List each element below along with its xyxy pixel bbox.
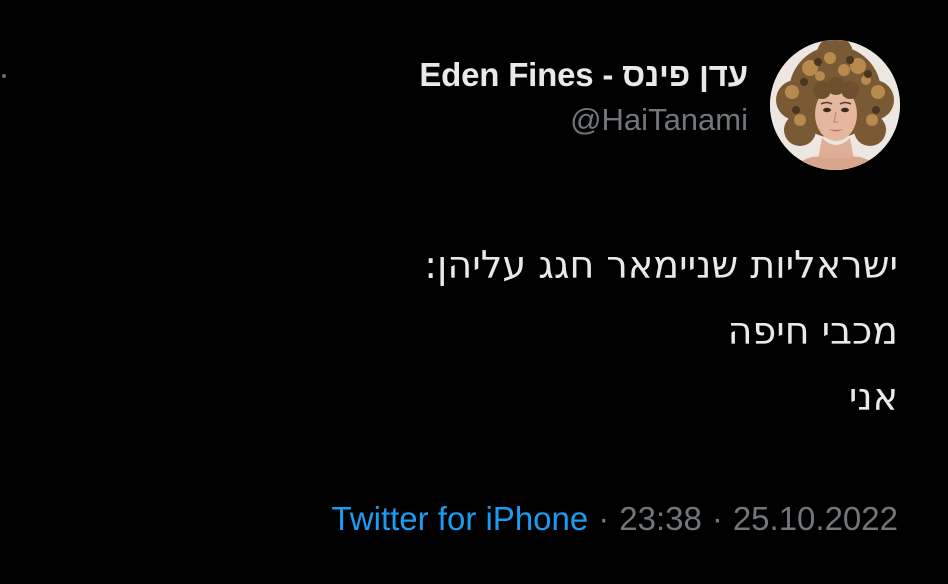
- meta-separator: ·: [598, 500, 610, 537]
- source-link[interactable]: Twitter for iPhone: [331, 500, 588, 537]
- tweet-text-line: אני: [848, 375, 898, 419]
- author-identity[interactable]: Eden Fines - עדן פינס @HaiTanami: [419, 56, 748, 138]
- more-options-icon[interactable]: [2, 74, 6, 78]
- tweet-time[interactable]: 23:38: [619, 500, 702, 537]
- tweet-date[interactable]: 25.10.2022: [733, 500, 898, 537]
- avatar[interactable]: [770, 40, 900, 170]
- author-display-name[interactable]: Eden Fines - עדן פינס: [419, 56, 748, 94]
- tweet-text-line: מכבי חיפה: [727, 309, 898, 353]
- profile-photo-icon: [770, 40, 900, 170]
- tweet-meta: Twitter for iPhone · 23:38 · 25.10.2022: [331, 500, 898, 538]
- tweet-text-line: ישראליות שניימאר חגג עליהן:: [424, 243, 898, 287]
- author-handle[interactable]: @HaiTanami: [570, 102, 748, 138]
- tweet-header: Eden Fines - עדן פינס @HaiTanami: [419, 40, 900, 170]
- tweet-card: Eden Fines - עדן פינס @HaiTanami ישראליו…: [0, 0, 948, 584]
- tweet-text: ישראליות שניימאר חגג עליהן: מכבי חיפה אנ…: [38, 232, 898, 430]
- meta-separator: ·: [711, 500, 723, 537]
